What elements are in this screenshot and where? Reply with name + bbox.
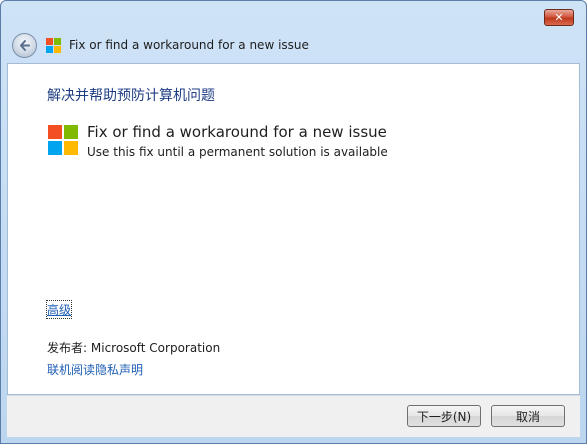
content-panel: 解决并帮助预防计算机问题 Fix or find a workaround fo… <box>7 63 580 395</box>
close-button[interactable]: ✕ <box>544 9 574 26</box>
back-arrow-icon <box>20 40 30 51</box>
task-description: Use this fix until a permanent solution … <box>87 145 388 159</box>
privacy-statement-link[interactable]: 联机阅读隐私声明 <box>47 361 143 378</box>
dialog-footer: 下一步(N) 取消 <box>7 395 580 437</box>
microsoft-logo-icon <box>48 125 78 155</box>
next-button[interactable]: 下一步(N) <box>407 405 481 427</box>
back-button[interactable] <box>12 33 37 58</box>
windows-logo-icon <box>46 38 62 54</box>
page-heading: 解决并帮助预防计算机问题 <box>47 88 215 104</box>
window-title: Fix or find a workaround for a new issue <box>69 38 309 52</box>
cancel-button[interactable]: 取消 <box>491 405 565 427</box>
publisher-info: 发布者: Microsoft Corporation <box>47 339 220 356</box>
publisher-label: 发布者: <box>47 341 88 355</box>
navigation-bar: Fix or find a workaround for a new issue <box>1 29 586 63</box>
dialog-window: ✕ Fix or find a workaround for a new iss… <box>0 0 587 444</box>
advanced-link[interactable]: 高级 <box>45 300 73 319</box>
task-title: Fix or find a workaround for a new issue <box>87 123 387 141</box>
close-icon: ✕ <box>554 11 564 24</box>
title-bar[interactable]: ✕ <box>1 1 586 31</box>
publisher-name: Microsoft Corporation <box>90 341 221 355</box>
